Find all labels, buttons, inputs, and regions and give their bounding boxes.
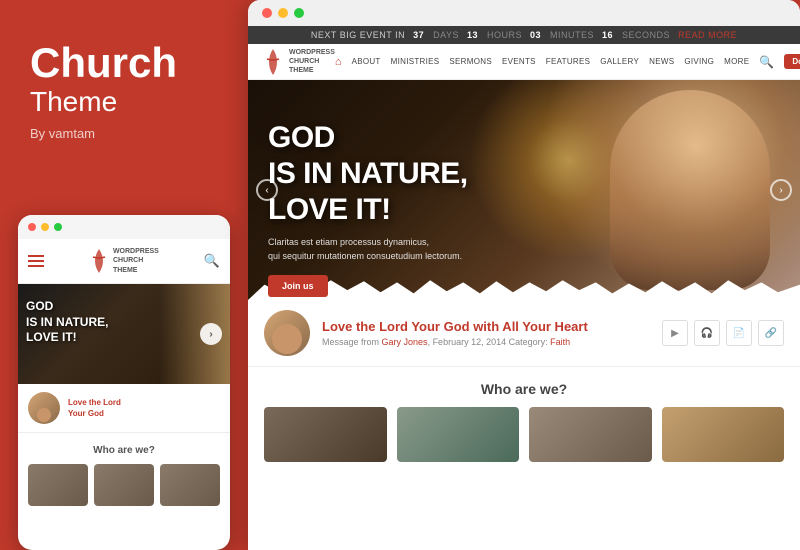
- hero-content: GOD IS IN NATURE, LOVE IT! Claritas est …: [268, 120, 468, 297]
- desktop-nav: WORDPRESSCHURCHTHEME ⌂ ABOUT MINISTRIES …: [248, 44, 800, 80]
- nav-giving[interactable]: GIVING: [684, 57, 714, 66]
- mobile-hero-text: GODIS IN NATURE,LOVE IT!: [26, 299, 108, 346]
- event-minutes-unit: MINUTES: [550, 30, 594, 40]
- desktop-dot-green: [294, 8, 304, 18]
- mobile-avatar: [28, 392, 60, 424]
- event-days-unit: DAYS: [433, 30, 459, 40]
- event-hours-unit: HOURS: [487, 30, 522, 40]
- who-item-2: [397, 407, 520, 462]
- event-read-more[interactable]: Read More: [678, 30, 737, 40]
- who-section: Who are we?: [248, 367, 800, 472]
- event-bar: NEXT BIG EVENT IN 37 DAYS 13 HOURS 03 MI…: [248, 26, 800, 44]
- app-author: By vamtam: [30, 126, 218, 141]
- hero-heading: GOD IS IN NATURE, LOVE IT!: [268, 120, 468, 228]
- hero-subtitle-line2: qui sequitur mutationem consuetudium lec…: [268, 251, 462, 261]
- hero-line2: IS IN NATURE,: [268, 157, 468, 190]
- nav-events[interactable]: EVENTS: [502, 57, 536, 66]
- mobile-who-grid: [18, 464, 230, 506]
- mobile-next-button[interactable]: ›: [200, 323, 222, 345]
- sermon-title[interactable]: Love the Lord Your God with All Your Hea…: [322, 319, 650, 334]
- mobile-dot-red: [28, 223, 36, 231]
- left-panel: Church Theme By vamtam WORDPRESSCHURCHTH…: [0, 0, 248, 550]
- who-item-1: [264, 407, 387, 462]
- event-hours-num: 13: [467, 30, 478, 40]
- sermon-avatar-face: [272, 324, 302, 354]
- who-item-4: [662, 407, 785, 462]
- desktop-dot-yellow: [278, 8, 288, 18]
- sermon-download-button[interactable]: 📄: [726, 320, 752, 346]
- desktop-logo-text: WORDPRESSCHURCHTHEME: [289, 48, 335, 75]
- desktop-dots-bar: [248, 0, 800, 26]
- mobile-logo: WORDPRESSCHURCHTHEME: [89, 247, 159, 275]
- mobile-logo-text: WORDPRESSCHURCHTHEME: [113, 247, 159, 274]
- mobile-sermon: Love the LordYour God: [18, 384, 230, 433]
- sermon-actions: ▶ 🎧 📄 🔗: [662, 320, 784, 346]
- desktop-preview: NEXT BIG EVENT IN 37 DAYS 13 HOURS 03 MI…: [248, 0, 800, 550]
- nav-news[interactable]: NEWS: [649, 57, 674, 66]
- who-grid: [264, 407, 784, 462]
- mobile-dot-green: [54, 223, 62, 231]
- mobile-nav: WORDPRESSCHURCHTHEME 🔍: [18, 239, 230, 284]
- mobile-grid-item-2: [94, 464, 154, 506]
- sermon-share-button[interactable]: 🔗: [758, 320, 784, 346]
- mobile-grid-item-1: [28, 464, 88, 506]
- mobile-grid-item-3: [160, 464, 220, 506]
- desktop-dot-red: [262, 8, 272, 18]
- event-seconds-unit: SECONDS: [622, 30, 670, 40]
- app-subtitle: Theme: [30, 86, 218, 118]
- logo-icon: [262, 47, 284, 77]
- nav-features[interactable]: FEATURES: [546, 57, 590, 66]
- mobile-hero-heading: GODIS IN NATURE,LOVE IT!: [26, 299, 108, 346]
- sermon-meta: Message from Gary Jones, February 12, 20…: [322, 337, 650, 347]
- mobile-search-icon[interactable]: 🔍: [204, 253, 220, 269]
- mobile-sermon-title: Love the LordYour God: [68, 397, 121, 419]
- hamburger-icon[interactable]: [28, 255, 44, 267]
- desktop-nav-items: ⌂ ABOUT MINISTRIES SERMONS EVENTS FEATUR…: [335, 54, 800, 69]
- nav-ministries[interactable]: MINISTRIES: [391, 57, 440, 66]
- who-title: Who are we?: [264, 381, 784, 397]
- nav-home-icon[interactable]: ⌂: [335, 56, 342, 68]
- app-title: Church: [30, 40, 218, 86]
- hero-prev-button[interactable]: ‹: [256, 179, 278, 201]
- mobile-who-title: Who are we?: [18, 433, 230, 464]
- sermon-audio-button[interactable]: 🎧: [694, 320, 720, 346]
- hero-line1: GOD: [268, 121, 335, 154]
- nav-gallery[interactable]: GALLERY: [600, 57, 639, 66]
- mobile-logo-icon: [89, 247, 109, 275]
- mobile-preview: WORDPRESSCHURCHTHEME 🔍 GODIS IN NATURE,L…: [18, 215, 230, 550]
- event-seconds-num: 16: [602, 30, 613, 40]
- mobile-hero: GODIS IN NATURE,LOVE IT! ›: [18, 284, 230, 384]
- event-bar-label: NEXT BIG EVENT IN: [311, 30, 405, 40]
- sermon-avatar: [264, 310, 310, 356]
- nav-about[interactable]: ABOUT: [352, 57, 381, 66]
- desktop-logo[interactable]: WORDPRESSCHURCHTHEME: [262, 47, 335, 77]
- hero-subtitle: Claritas est etiam processus dynamicus, …: [268, 236, 468, 263]
- who-item-3: [529, 407, 652, 462]
- hero-bg-light: [540, 80, 800, 300]
- sermon-row: Love the Lord Your God with All Your Hea…: [248, 300, 800, 367]
- nav-search-icon[interactable]: 🔍: [759, 55, 774, 69]
- event-minutes-num: 03: [530, 30, 541, 40]
- mobile-dot-yellow: [41, 223, 49, 231]
- nav-sermons[interactable]: SERMONS: [449, 57, 492, 66]
- sermon-play-button[interactable]: ▶: [662, 320, 688, 346]
- avatar-head: [37, 408, 51, 422]
- nav-donate-button[interactable]: Donate: [784, 54, 800, 69]
- sermon-info: Love the Lord Your God with All Your Hea…: [322, 319, 650, 347]
- hero-next-button[interactable]: ›: [770, 179, 792, 201]
- desktop-hero: GOD IS IN NATURE, LOVE IT! Claritas est …: [248, 80, 800, 300]
- nav-more[interactable]: MORE: [724, 57, 749, 66]
- hero-join-button[interactable]: Join us: [268, 275, 328, 297]
- mobile-dots-bar: [18, 215, 230, 239]
- event-days-num: 37: [413, 30, 424, 40]
- hero-subtitle-line1: Claritas est etiam processus dynamicus,: [268, 237, 429, 247]
- hero-line3: LOVE IT!: [268, 193, 391, 226]
